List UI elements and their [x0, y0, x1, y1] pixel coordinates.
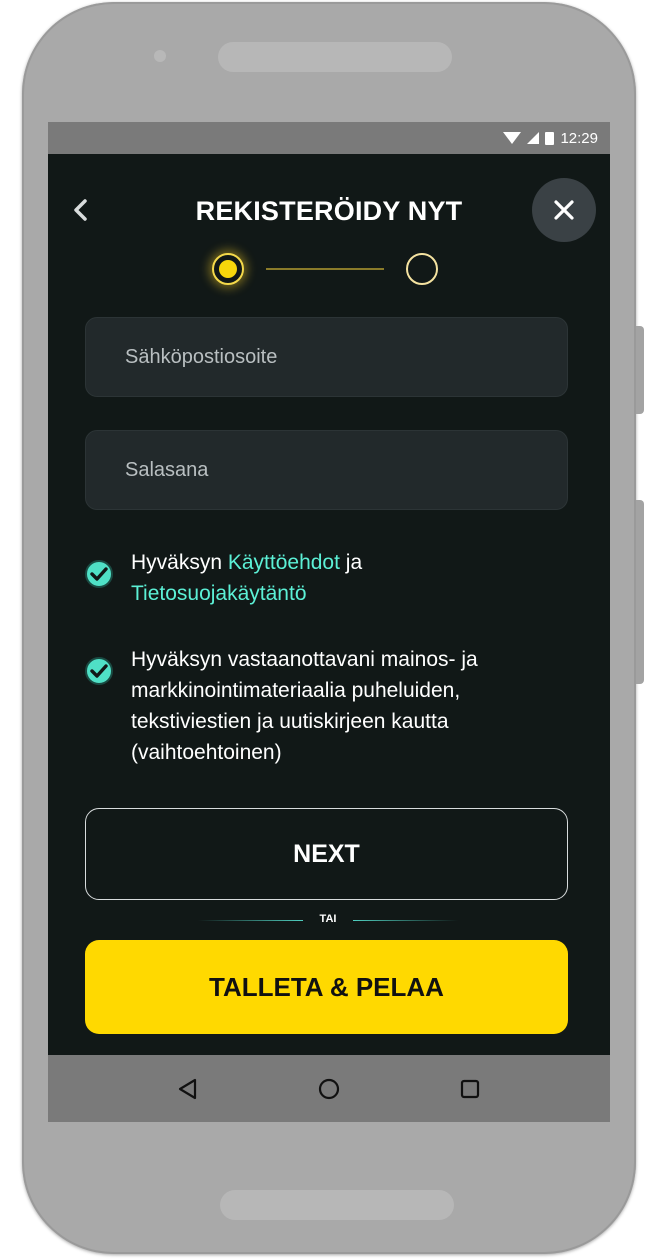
nav-home-button[interactable] — [309, 1069, 349, 1109]
battery-icon — [545, 131, 555, 145]
terms-checkbox[interactable] — [85, 560, 113, 588]
terms-link[interactable]: Käyttöehdot — [228, 551, 340, 574]
square-recents-icon — [460, 1079, 479, 1098]
privacy-policy-link[interactable]: Tietosuojakäytäntö — [131, 582, 307, 605]
step-connector-line — [266, 268, 384, 270]
terms-prefix: Hyväksyn — [131, 551, 228, 574]
next-button-label: NEXT — [293, 839, 360, 868]
checkmark-icon — [90, 664, 108, 678]
earpiece-speaker — [218, 42, 452, 72]
front-camera — [154, 50, 166, 62]
marketing-consent-text: Hyväksyn vastaanottavani mainos- ja mark… — [131, 648, 478, 764]
step-1-active-dot — [212, 253, 244, 285]
next-button[interactable]: NEXT — [85, 808, 568, 900]
status-bar: 12:29 — [48, 122, 610, 154]
terms-consent-row: Hyväksyn Käyttöehdot ja Tietosuojakäytän… — [85, 547, 565, 609]
close-icon — [554, 200, 574, 220]
close-button[interactable] — [532, 178, 596, 242]
password-placeholder: Salasana — [125, 458, 209, 481]
password-input[interactable]: Salasana — [85, 430, 568, 510]
marketing-consent-row: Hyväksyn vastaanottavani mainos- ja mark… — [85, 644, 565, 768]
back-button[interactable] — [66, 192, 94, 228]
nav-back-button[interactable] — [168, 1069, 208, 1109]
email-input[interactable]: Sähköpostiosoite — [85, 317, 568, 397]
bottom-speaker-bar — [220, 1190, 454, 1220]
chevron-left-icon — [74, 199, 87, 221]
divider-label: TAI — [319, 913, 337, 925]
signal-icon — [527, 132, 540, 144]
marketing-checkbox[interactable] — [85, 657, 113, 685]
terms-middle: ja — [339, 551, 363, 574]
nav-recents-button[interactable] — [450, 1069, 490, 1109]
android-nav-bar — [48, 1055, 610, 1122]
checkmark-icon — [90, 567, 108, 581]
divider-line-right — [353, 920, 458, 921]
power-button — [636, 500, 644, 684]
step-2-dot — [406, 253, 438, 285]
wifi-icon — [503, 132, 522, 144]
terms-consent-text: Hyväksyn Käyttöehdot ja Tietosuojakäytän… — [131, 547, 362, 609]
status-time: 12:29 — [560, 129, 598, 147]
volume-button — [636, 326, 644, 414]
page-title: REKISTERÖIDY NYT — [195, 196, 463, 226]
triangle-back-icon — [179, 1078, 197, 1099]
step-indicator — [208, 250, 448, 288]
registration-header: REKISTERÖIDY NYT — [48, 154, 610, 244]
email-placeholder: Sähköpostiosoite — [125, 345, 278, 368]
circle-home-icon — [318, 1078, 340, 1099]
deposit-button-label: TALLETA & PELAA — [209, 971, 444, 1002]
deposit-and-play-button[interactable]: TALLETA & PELAA — [85, 940, 568, 1034]
or-divider: TAI — [198, 912, 458, 928]
app-screen: 12:29 REKISTERÖIDY NYT Sähköpostiosoite … — [48, 122, 610, 1122]
